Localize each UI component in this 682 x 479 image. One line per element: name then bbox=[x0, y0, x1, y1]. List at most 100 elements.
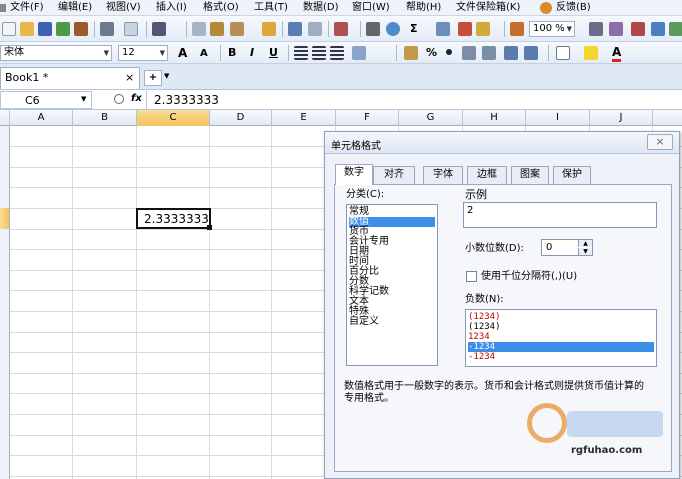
decimal-places-stepper[interactable]: 0 ▲ ▼ bbox=[541, 239, 593, 256]
tab-number[interactable]: 数字 bbox=[335, 164, 373, 185]
list-item[interactable]: 自定义 bbox=[349, 317, 435, 327]
select-all-corner[interactable] bbox=[0, 110, 10, 126]
column-header-k[interactable] bbox=[653, 110, 682, 126]
tab-font[interactable]: 字体 bbox=[423, 166, 463, 184]
negative-numbers-list[interactable]: (1234) (1234) 1234 -1234 -1234 bbox=[465, 309, 657, 367]
list-item[interactable]: 1234 bbox=[468, 332, 654, 342]
column-header-h[interactable]: H bbox=[463, 110, 526, 126]
column-header-a[interactable]: A bbox=[10, 110, 73, 126]
column-header-g[interactable]: G bbox=[399, 110, 463, 126]
formula-input[interactable]: 2.3333333 bbox=[154, 93, 219, 107]
help-icon[interactable] bbox=[651, 22, 665, 36]
zoom-search-icon[interactable] bbox=[114, 94, 124, 104]
name-box[interactable]: C6 ▼ bbox=[0, 91, 92, 109]
menu-feedback[interactable]: 反馈(B) bbox=[556, 1, 591, 15]
font-name-combo[interactable]: 宋体 ▼ bbox=[0, 45, 112, 61]
column-header-j[interactable]: J bbox=[590, 110, 653, 126]
increase-decimal-icon[interactable] bbox=[462, 46, 476, 60]
hyperlink-icon[interactable] bbox=[386, 22, 400, 36]
increase-indent-icon[interactable] bbox=[524, 46, 538, 60]
column-header-d[interactable]: D bbox=[210, 110, 272, 126]
menu-window[interactable]: 窗口(W) bbox=[352, 1, 390, 15]
stepper-down-icon[interactable]: ▼ bbox=[578, 248, 592, 255]
column-header-b[interactable]: B bbox=[73, 110, 137, 126]
column-header-e[interactable]: E bbox=[272, 110, 336, 126]
row-header-selected[interactable] bbox=[0, 208, 9, 229]
stepper-up-icon[interactable]: ▲ bbox=[578, 240, 592, 247]
borders-icon[interactable] bbox=[556, 46, 570, 60]
chevron-down-icon[interactable]: ▼ bbox=[164, 72, 169, 80]
replace-icon[interactable] bbox=[609, 22, 623, 36]
dialog-title-bar[interactable]: 单元格格式 × bbox=[325, 132, 679, 154]
find-icon[interactable] bbox=[589, 22, 603, 36]
font-size-combo[interactable]: 12 ▼ bbox=[118, 45, 168, 61]
new-tab-button[interactable]: + bbox=[144, 70, 162, 86]
column-header-c[interactable]: C bbox=[137, 110, 210, 126]
print-icon[interactable] bbox=[100, 22, 114, 36]
more-icon[interactable] bbox=[669, 22, 682, 36]
save-icon[interactable] bbox=[38, 22, 52, 36]
app-icon[interactable] bbox=[0, 4, 6, 12]
undo-icon[interactable] bbox=[288, 22, 302, 36]
redo-icon[interactable] bbox=[308, 22, 322, 36]
dialog-close-button[interactable]: × bbox=[647, 134, 673, 150]
menu-tools[interactable]: 工具(T) bbox=[254, 1, 288, 15]
decrease-decimal-icon[interactable] bbox=[482, 46, 496, 60]
font-shrink-icon[interactable]: A bbox=[200, 47, 208, 61]
tab-protection[interactable]: 保护 bbox=[553, 166, 591, 184]
tab-pattern[interactable]: 图案 bbox=[511, 166, 549, 184]
column-header-i[interactable]: I bbox=[526, 110, 590, 126]
autosum-icon[interactable]: Σ bbox=[410, 22, 418, 36]
new-doc-icon[interactable] bbox=[2, 22, 16, 36]
active-cell[interactable]: 2.3333333 bbox=[136, 208, 212, 230]
category-list[interactable]: 常规 数值 货币 会计专用 日期 时间 百分比 分数 科学记数 文本 特殊 自定… bbox=[346, 204, 438, 366]
paste-icon[interactable] bbox=[230, 22, 244, 36]
open-folder-icon[interactable] bbox=[20, 22, 34, 36]
chart-icon[interactable] bbox=[510, 22, 524, 36]
chevron-down-icon[interactable]: ▼ bbox=[81, 95, 86, 103]
italic-button[interactable]: I bbox=[250, 46, 254, 60]
menu-file[interactable]: 文件(F) bbox=[10, 1, 44, 15]
menu-insert[interactable]: 插入(I) bbox=[156, 1, 187, 15]
tab-border[interactable]: 边框 bbox=[467, 166, 507, 184]
cut-icon[interactable] bbox=[192, 22, 206, 36]
list-item[interactable]: (1234) bbox=[468, 322, 654, 332]
print-preview-icon[interactable] bbox=[124, 22, 138, 36]
align-right-icon[interactable] bbox=[330, 46, 344, 60]
align-left-icon[interactable] bbox=[294, 46, 308, 60]
document-tab[interactable]: Book1 * × bbox=[0, 67, 140, 89]
column-header-f[interactable]: F bbox=[336, 110, 399, 126]
save-as-icon[interactable] bbox=[56, 22, 70, 36]
decrease-indent-icon[interactable] bbox=[504, 46, 518, 60]
zoom-combo[interactable]: 100 % ▼ bbox=[529, 21, 575, 37]
percent-button[interactable]: % bbox=[426, 46, 437, 60]
list-item-selected[interactable]: -1234 bbox=[468, 342, 654, 352]
merge-center-icon[interactable] bbox=[352, 46, 366, 60]
function-fx-icon[interactable]: fx bbox=[131, 93, 142, 104]
table-style-icon[interactable] bbox=[631, 22, 645, 36]
export-icon[interactable] bbox=[74, 22, 88, 36]
function-icon[interactable] bbox=[366, 22, 380, 36]
list-item[interactable]: -1234 bbox=[468, 352, 654, 362]
menu-format[interactable]: 格式(O) bbox=[203, 1, 239, 15]
thousands-separator-checkbox[interactable] bbox=[466, 271, 477, 282]
filter-icon[interactable] bbox=[476, 22, 490, 36]
sort-descending-icon[interactable] bbox=[458, 22, 472, 36]
fill-handle[interactable] bbox=[207, 225, 212, 230]
menu-file-safe[interactable]: 文件保险箱(K) bbox=[456, 1, 520, 15]
menu-edit[interactable]: 编辑(E) bbox=[58, 1, 92, 15]
simplified-traditional-icon[interactable] bbox=[152, 22, 166, 36]
sort-ascending-icon[interactable] bbox=[436, 22, 450, 36]
font-color-icon[interactable]: A bbox=[612, 45, 622, 62]
list-item[interactable]: (1234) bbox=[468, 312, 654, 322]
fill-color-icon[interactable] bbox=[584, 46, 598, 60]
insert-row-icon[interactable] bbox=[334, 22, 348, 36]
menu-view[interactable]: 视图(V) bbox=[106, 1, 141, 15]
format-painter-icon[interactable] bbox=[262, 22, 276, 36]
close-icon[interactable]: × bbox=[125, 68, 134, 88]
menu-help[interactable]: 帮助(H) bbox=[406, 1, 441, 15]
currency-icon[interactable] bbox=[404, 46, 418, 60]
comma-style-icon[interactable] bbox=[446, 49, 452, 55]
bold-button[interactable]: B bbox=[228, 46, 236, 60]
tab-alignment[interactable]: 对齐 bbox=[373, 166, 415, 184]
